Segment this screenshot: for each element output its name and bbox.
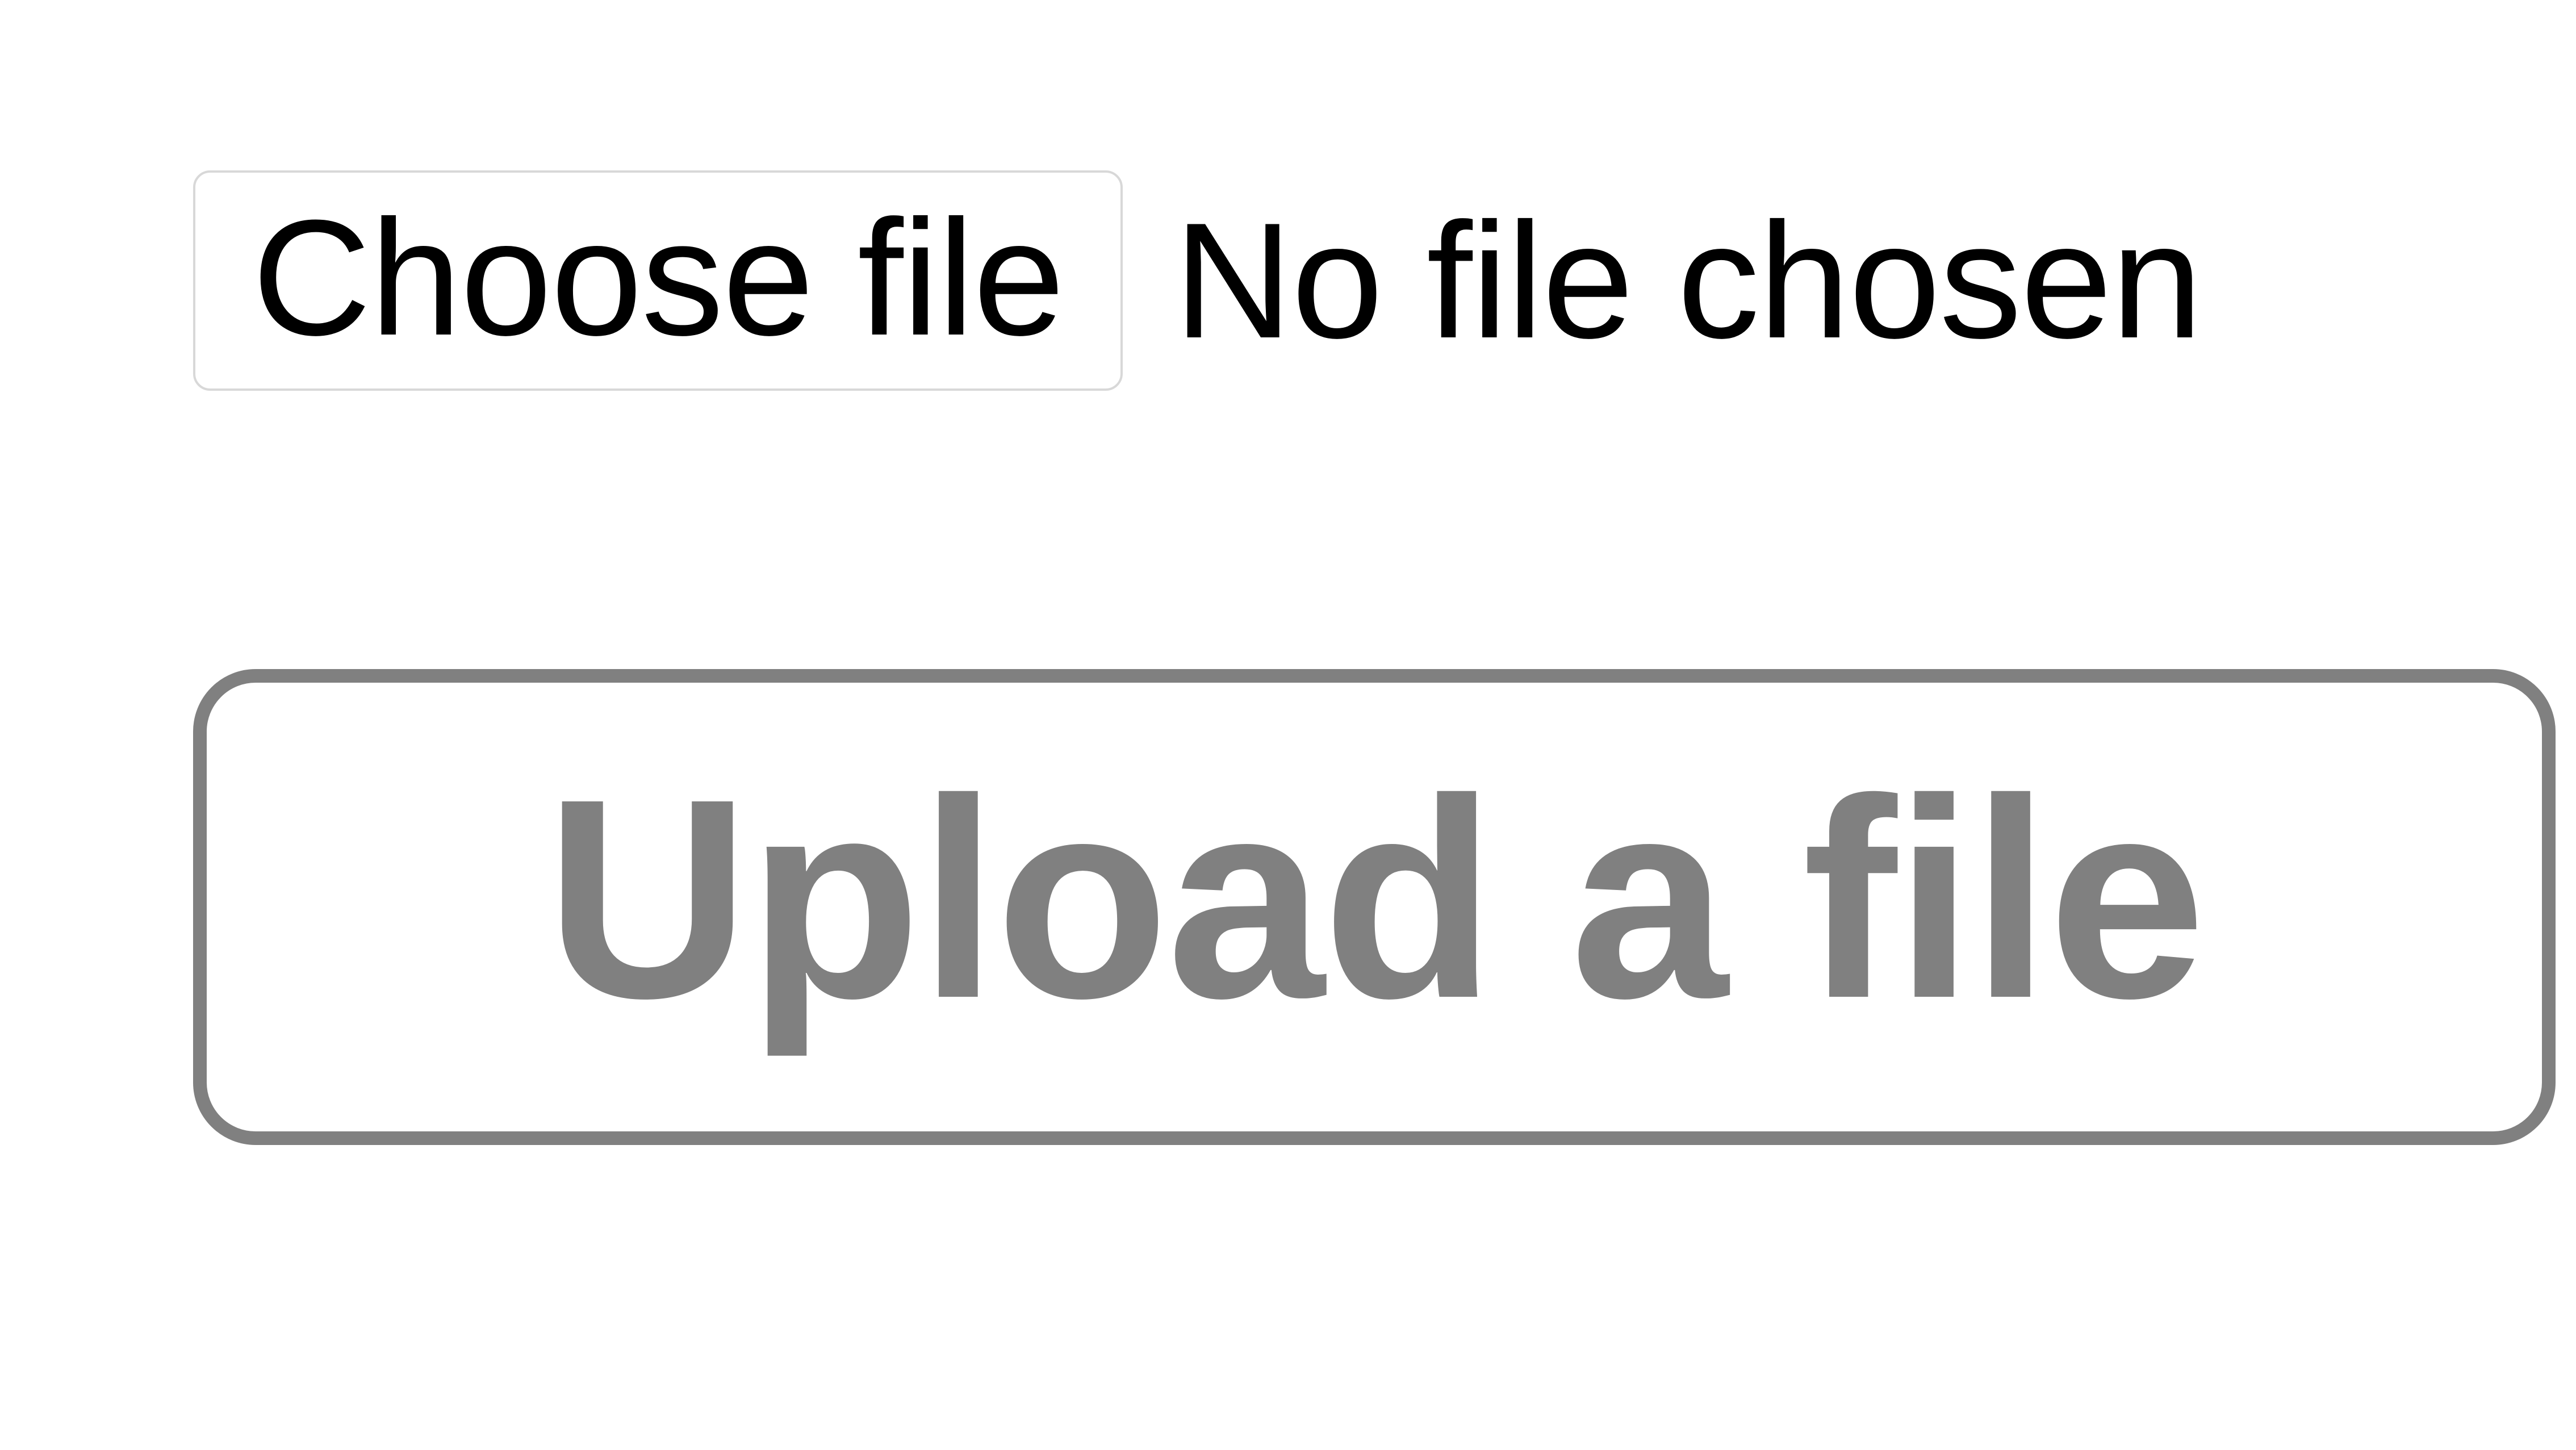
file-input-row: Choose file No file chosen	[193, 170, 2576, 391]
upload-form-container: Choose file No file chosen Upload a file	[0, 0, 2576, 1145]
file-status-text: No file chosen	[1174, 186, 2202, 375]
upload-file-button[interactable]: Upload a file	[193, 669, 2556, 1145]
choose-file-button[interactable]: Choose file	[193, 170, 1123, 391]
